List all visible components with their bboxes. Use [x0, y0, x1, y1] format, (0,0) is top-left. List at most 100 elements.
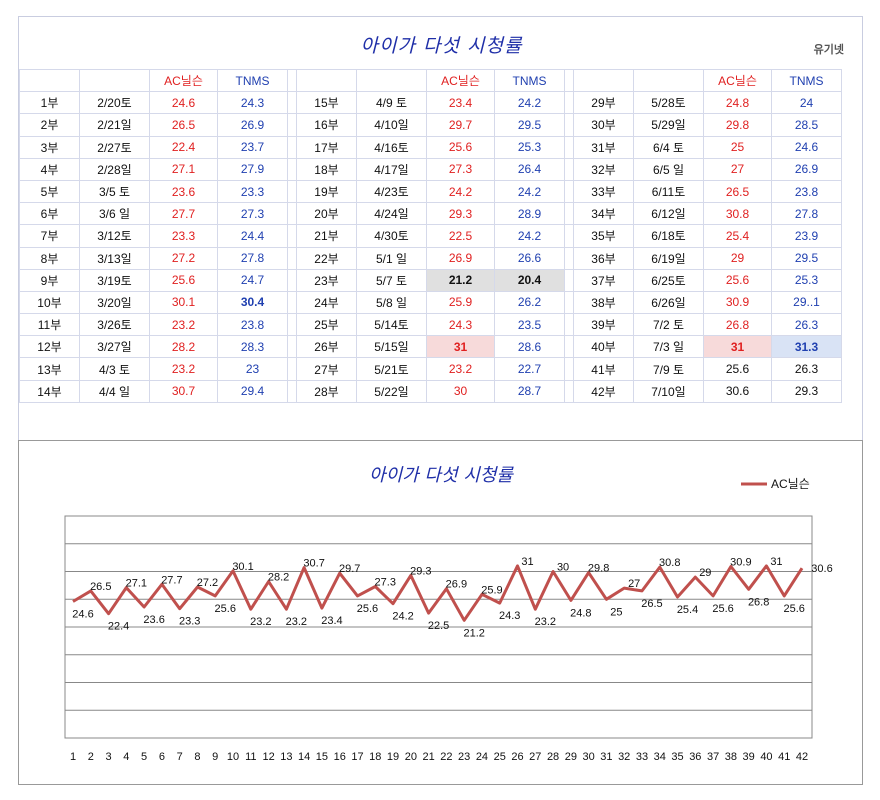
- date-cell: 3/13일: [79, 246, 150, 270]
- date-cell: 3/19토: [79, 268, 150, 292]
- spacer-cell: [287, 202, 297, 226]
- date-cell: 7/2 토: [633, 313, 704, 337]
- tnms-rating-cell: 29.5: [494, 113, 565, 137]
- ac-rating-cell: 23.4: [426, 91, 495, 115]
- ac-rating-cell: 29.7: [426, 113, 495, 137]
- date-cell: 6/26일: [633, 290, 704, 315]
- tnms-rating-cell: 28.7: [494, 379, 565, 403]
- data-label: 23.4: [321, 615, 342, 627]
- table-row: 12부 3/27일 28.2 28.3 26부 5/15일 31 28.6 40부 7/3 일 31…: [19, 335, 842, 359]
- x-tick-label: 38: [725, 751, 737, 763]
- ac-rating-cell: 23.6: [149, 179, 218, 204]
- tnms-rating-cell: 30.4: [217, 290, 288, 315]
- data-label: 29.7: [339, 563, 360, 575]
- ac-rating-cell: 23.2: [149, 357, 218, 381]
- ac-rating-cell: 30.7: [149, 379, 218, 403]
- episode-cell: 34부: [573, 202, 634, 226]
- spacer-cell: [564, 135, 574, 159]
- table-row: 5부 3/5 토 23.6 23.3 19부 4/23토 24.2 24.2 33부 6/11토 2…: [19, 179, 842, 204]
- tnms-rating-cell: 23.3: [217, 179, 288, 204]
- data-label: 24.2: [392, 611, 413, 623]
- tnms-rating-cell: 26.2: [494, 290, 565, 315]
- x-tick-label: 11: [245, 751, 256, 763]
- data-label: 25.4: [677, 604, 698, 616]
- date-cell: 4/24일: [356, 202, 427, 226]
- ac-rating-cell: 25: [703, 135, 772, 159]
- x-tick-label: 29: [565, 751, 577, 763]
- date-cell: 5/15일: [356, 335, 427, 359]
- episode-cell: 37부: [573, 268, 634, 292]
- ac-rating-cell: 22.5: [426, 224, 495, 248]
- data-label: 26.8: [748, 596, 769, 608]
- ac-rating-cell: 29.3: [426, 202, 495, 226]
- x-tick-label: 23: [458, 751, 470, 763]
- ac-rating-cell: 24.3: [426, 313, 495, 337]
- episode-cell: 27부: [296, 357, 357, 381]
- tnms-rating-cell: 27.3: [217, 202, 288, 226]
- spacer-cell: [564, 379, 574, 403]
- spacer-cell: [287, 157, 297, 181]
- date-cell: 2/27토: [79, 135, 150, 159]
- date-cell: 4/16토: [356, 135, 427, 159]
- episode-cell: 5부: [19, 179, 80, 204]
- episode-cell: 12부: [19, 335, 80, 359]
- data-label: 21.2: [463, 627, 484, 639]
- tnms-rating-cell: 28.3: [217, 335, 288, 359]
- tnms-rating-cell: 26.4: [494, 157, 565, 181]
- data-label: 27.1: [126, 578, 147, 590]
- data-label: 30.1: [232, 561, 253, 573]
- data-label: 23.2: [286, 616, 307, 628]
- ac-rating-cell: 25.6: [703, 268, 772, 292]
- data-label: 27: [628, 578, 640, 590]
- ac-rating-cell: 29.8: [703, 113, 772, 137]
- ac-rating-cell: 30.6: [703, 379, 772, 403]
- x-tick-label: 2: [88, 751, 94, 763]
- x-tick-label: 1: [70, 751, 76, 763]
- tnms-rating-cell: 22.7: [494, 357, 565, 381]
- tnms-rating-cell: 26.9: [217, 113, 288, 137]
- data-label: 23.6: [143, 614, 164, 626]
- x-tick-label: 27: [529, 751, 541, 763]
- date-cell: 7/9 토: [633, 357, 704, 381]
- episode-cell: 6부: [19, 202, 80, 226]
- x-tick-label: 36: [689, 751, 701, 763]
- date-cell: 7/3 일: [633, 335, 704, 359]
- episode-cell: 14부: [19, 379, 80, 403]
- tnms-rating-cell: 24.4: [217, 224, 288, 248]
- x-tick-label: 41: [778, 751, 790, 763]
- ac-rating-cell: 27.2: [149, 246, 218, 270]
- header-episode: [296, 68, 357, 93]
- spacer-cell: [287, 335, 297, 359]
- date-cell: 4/9 토: [356, 91, 427, 115]
- spacer-cell: [564, 290, 574, 315]
- spacer-cell: [287, 313, 297, 337]
- episode-cell: 19부: [296, 179, 357, 204]
- episode-cell: 22부: [296, 246, 357, 270]
- ac-rating-cell: 31: [426, 335, 495, 359]
- sheet-title: 아이가 다섯 시청률: [360, 35, 523, 57]
- episode-cell: 32부: [573, 157, 634, 181]
- table-row: 13부 4/3 토 23.2 23 27부 5/21토 23.2 22.7 41부 7/9 토 25…: [19, 357, 842, 381]
- tnms-rating-cell: 29.4: [217, 379, 288, 403]
- episode-cell: 40부: [573, 335, 634, 359]
- data-label: 29.3: [410, 565, 431, 577]
- table-row: 7부 3/12토 23.3 24.4 21부 4/30토 22.5 24.2 35부 6/18토 2…: [19, 224, 842, 248]
- episode-cell: 28부: [296, 379, 357, 403]
- episode-cell: 8부: [19, 246, 80, 270]
- spacer-cell: [564, 313, 574, 337]
- header-date: [356, 68, 427, 93]
- date-cell: 5/7 토: [356, 268, 427, 292]
- spacer-cell: [564, 202, 574, 226]
- episode-cell: 20부: [296, 202, 357, 226]
- x-tick-label: 14: [298, 751, 310, 763]
- data-label: 30.7: [303, 558, 324, 570]
- ac-rating-cell: 30.9: [703, 290, 772, 315]
- tnms-rating-cell: 25.3: [494, 135, 565, 159]
- date-cell: 3/27일: [79, 335, 150, 359]
- data-label: 24.6: [72, 608, 93, 620]
- data-label: 26.5: [641, 598, 662, 610]
- date-cell: 3/5 토: [79, 179, 150, 204]
- date-cell: 3/20일: [79, 290, 150, 315]
- tnms-rating-cell: 23.7: [217, 135, 288, 159]
- episode-cell: 11부: [19, 313, 80, 337]
